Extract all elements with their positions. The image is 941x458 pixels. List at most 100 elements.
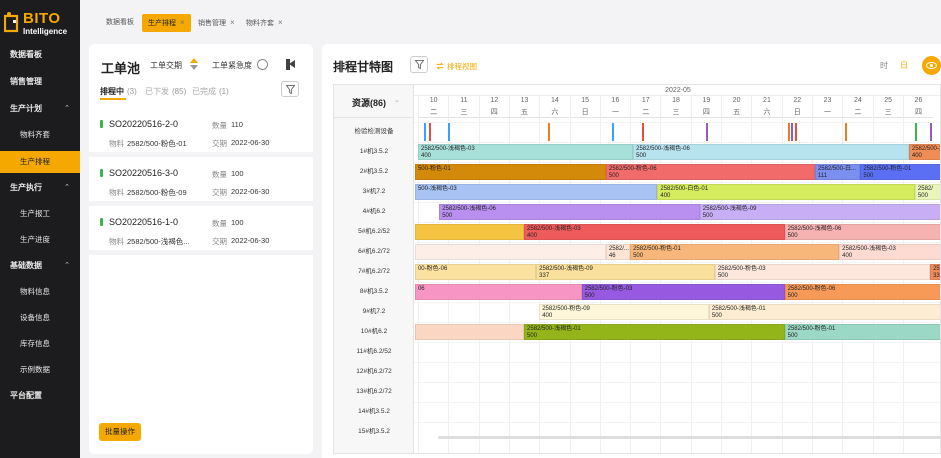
sidebar-item[interactable]: 销售管理 xyxy=(0,71,80,93)
close-icon[interactable]: × xyxy=(278,18,283,27)
inspection-tick[interactable] xyxy=(705,123,708,141)
resource-row-label[interactable]: 2#机3.5.2 xyxy=(334,162,414,182)
task-bar[interactable]: 500-浅褐色-03 xyxy=(414,184,658,200)
inspection-tick[interactable] xyxy=(787,123,790,141)
task-bar[interactable]: 2582/500-浅褐色-03 400 xyxy=(839,244,940,260)
resource-row-label[interactable]: 8#机3.5.2 xyxy=(334,282,414,302)
task-bar[interactable]: 2582/500-浅褐色-01 500 xyxy=(708,304,940,320)
resource-row-label[interactable]: 检验检测设备 xyxy=(334,122,414,142)
resource-row-label[interactable]: 6#机6.2/72 xyxy=(334,242,414,262)
pool-subtab[interactable]: 已完成 (1) xyxy=(192,86,229,97)
unit-hour-button[interactable]: 时 xyxy=(880,60,888,71)
pool-subtab[interactable]: 已下发 (85) xyxy=(145,86,186,97)
inspection-tick[interactable] xyxy=(548,123,551,141)
resource-row-label[interactable]: 4#机6.2 xyxy=(334,202,414,222)
task-bar[interactable]: 2582/500-浅褐色-09 337 xyxy=(536,264,715,280)
sidebar-item[interactable]: 生产执行 ⌃ xyxy=(0,177,80,199)
sidebar-item[interactable]: 物料信息 xyxy=(0,281,80,303)
inspection-tick[interactable] xyxy=(930,123,933,141)
inspection-tick[interactable] xyxy=(642,123,645,141)
task-bar[interactable]: 2582/500-粉色-09 400 xyxy=(539,304,709,320)
horizontal-scrollbar[interactable] xyxy=(438,436,940,439)
inspection-tick[interactable] xyxy=(914,123,917,141)
resource-row-label[interactable]: 7#机6.2/72 xyxy=(334,262,414,282)
pool-subtab[interactable]: 排程中 (3) xyxy=(100,86,137,100)
resource-row-label[interactable]: 12#机6.2/72 xyxy=(334,362,414,382)
task-bar[interactable]: 2582/500-白... 111 xyxy=(814,164,861,180)
task-bar[interactable]: 2582/500-浅褐色-09 500 xyxy=(699,204,940,220)
urgency-radio[interactable] xyxy=(257,59,268,70)
sort-by-due-button[interactable]: 工单交期 xyxy=(150,60,182,71)
task-bar[interactable]: 2582/500-粉色-01 500 xyxy=(860,164,940,180)
inspection-tick[interactable] xyxy=(424,123,427,141)
task-bar[interactable]: 00-粉色-06 xyxy=(414,264,537,280)
resource-row-label[interactable]: 14#机3.5.2 xyxy=(334,402,414,422)
collapse-panel-icon[interactable] xyxy=(286,59,296,70)
resource-row-label[interactable]: 1#机3.5.2 xyxy=(334,142,414,162)
visibility-toggle-button[interactable] xyxy=(922,56,941,75)
task-bar[interactable]: 2582/500-浅褐色-06 500 xyxy=(784,224,940,240)
task-bar[interactable]: 2582/500-粉色-01 500 xyxy=(630,244,840,260)
order-card[interactable]: SO20220516-2-0 数量 110 物料 2582/500-粉色-01 交期 202… xyxy=(89,111,313,157)
order-card[interactable]: SO20220516-3-0 数量 100 物料 2582/500-粉色-09 交期 202… xyxy=(89,160,313,206)
sidebar-item[interactable]: 平台配置 xyxy=(0,385,80,407)
close-icon[interactable]: × xyxy=(180,18,185,27)
sidebar-item[interactable]: 库存信息 xyxy=(0,333,80,355)
task-bar[interactable]: 2582/500-粉色-03 500 xyxy=(714,264,931,280)
gantt-filter-button[interactable] xyxy=(410,56,428,73)
resource-row-label[interactable]: 9#机7.2 xyxy=(334,302,414,322)
sidebar-item[interactable]: 示例数据 xyxy=(0,359,80,381)
sidebar-item[interactable]: 生产报工 xyxy=(0,203,80,225)
task-bar[interactable]: 2582/500-浅褐色-01 500 xyxy=(524,324,785,340)
inspection-tick[interactable] xyxy=(428,123,431,141)
tab-item[interactable]: 数据看板 xyxy=(100,14,140,32)
task-bar[interactable]: 2582/500-浅褐色-06 500 xyxy=(633,144,909,160)
inspection-tick[interactable] xyxy=(448,123,451,141)
close-icon[interactable]: × xyxy=(230,18,235,27)
inspection-tick[interactable] xyxy=(845,123,848,141)
sidebar-item[interactable]: 基础数据 ⌃ xyxy=(0,255,80,277)
task-bar[interactable]: 2582/500-白色-01 400 xyxy=(657,184,915,200)
chevron-up-icon[interactable]: ⌃ xyxy=(64,177,70,199)
task-bar[interactable]: 2582/500-粉色-06 500 xyxy=(605,164,815,180)
inspection-tick[interactable] xyxy=(795,123,798,141)
schedule-view-button[interactable]: 排程视图 xyxy=(436,61,477,72)
task-bar[interactable]: 500-粉色-01 xyxy=(414,164,606,180)
task-bar[interactable]: 2582/500-粉色-06 500 xyxy=(784,284,940,300)
resource-row-label[interactable]: 3#机7.2 xyxy=(334,182,414,202)
task-bar[interactable]: 2582/500-浅褐色-03 400 xyxy=(418,144,634,160)
resource-row-label[interactable]: 15#机3.5.2 xyxy=(334,422,414,442)
resource-row-label[interactable]: 10#机6.2 xyxy=(334,322,414,342)
chevron-down-icon[interactable]: ⌄ xyxy=(394,96,400,104)
sidebar-item[interactable]: 生产进度 xyxy=(0,229,80,251)
sort-arrows-icon[interactable] xyxy=(190,58,198,72)
sidebar-item[interactable]: 生产排程 xyxy=(0,151,80,173)
task-bar[interactable]: 2582/500-浅褐色-06 500 xyxy=(439,204,700,220)
chevron-up-icon[interactable]: ⌃ xyxy=(64,98,70,120)
order-card[interactable]: SO20220516-1-0 数量 100 物料 2582/500-浅褐色... 交期 20… xyxy=(89,209,313,255)
task-bar[interactable] xyxy=(414,224,525,240)
chevron-up-icon[interactable]: ⌃ xyxy=(64,255,70,277)
task-bar[interactable]: 06 xyxy=(414,284,582,300)
sidebar-item[interactable]: 物料齐套 xyxy=(0,124,80,146)
resource-row-label[interactable]: 11#机6.2/52 xyxy=(334,342,414,362)
resource-row-label[interactable]: 13#机6.2/72 xyxy=(334,382,414,402)
task-bar[interactable]: 2582/500-浅400 xyxy=(908,144,940,160)
task-bar[interactable]: 2582/500-粉色-01 500 xyxy=(784,324,940,340)
task-bar[interactable] xyxy=(414,244,606,260)
task-bar[interactable]: 2582/500 xyxy=(914,184,940,200)
tab-item[interactable]: 物料齐套 × xyxy=(240,14,289,32)
sidebar-item[interactable]: 生产计划 ⌃ xyxy=(0,98,80,120)
task-bar[interactable]: 2582332 xyxy=(930,264,940,280)
task-bar[interactable]: 2582/500-粉色-03 500 xyxy=(581,284,785,300)
tab-item[interactable]: 生产排程 × xyxy=(142,14,191,32)
batch-operation-button[interactable]: 批量操作 xyxy=(99,423,141,441)
sidebar-item[interactable]: 数据看板 xyxy=(0,44,80,66)
sidebar-item[interactable]: 设备信息 xyxy=(0,307,80,329)
pool-filter-button[interactable] xyxy=(281,81,299,97)
resource-row-label[interactable]: 5#机6.2/52 xyxy=(334,222,414,242)
task-bar[interactable]: 2582/... 46 xyxy=(605,244,631,260)
tab-item[interactable]: 销售管理 × xyxy=(192,14,241,32)
inspection-tick[interactable] xyxy=(611,123,614,141)
task-bar[interactable] xyxy=(414,324,525,340)
